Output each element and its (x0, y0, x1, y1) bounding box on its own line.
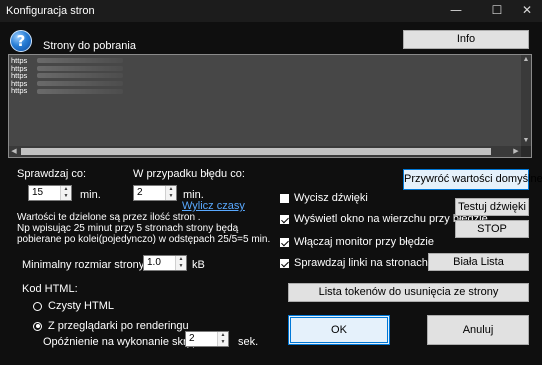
pages-label: Strony do pobrania (43, 40, 136, 52)
list-item: https (11, 72, 124, 80)
radio-dot[interactable] (33, 301, 42, 311)
restore-defaults-button[interactable]: Przywróć wartości domyślne (403, 169, 542, 190)
spinner-arrows-icon[interactable]: ▲ ▼ (60, 186, 71, 200)
minimize-icon[interactable]: — (441, 0, 471, 22)
info-button[interactable]: Info (403, 30, 529, 49)
stop-button[interactable]: STOP (455, 220, 529, 238)
checkbox-box[interactable] (280, 258, 289, 268)
info-text-line-3: pobierane po kolei(pojedynczo) w odstępa… (17, 234, 271, 245)
vertical-scrollbar[interactable]: ▲ ▼ (521, 55, 531, 146)
checkbox-box[interactable] (280, 193, 289, 203)
redacted-url (37, 88, 124, 94)
ok-button[interactable]: OK (288, 315, 390, 345)
script-delay-input[interactable]: 2 ▲ ▼ (185, 331, 229, 347)
scroll-left-icon[interactable]: ◀ (9, 146, 19, 157)
cancel-button[interactable]: Anuluj (427, 315, 529, 345)
url-list[interactable]: https https https https https ▲ ▼ ◀ ▶ (8, 54, 532, 158)
spinner-arrows-icon[interactable]: ▲ ▼ (217, 332, 228, 346)
min-size-label: Minimalny rozmiar strony: (22, 259, 148, 271)
scroll-up-icon[interactable]: ▲ (521, 55, 531, 65)
list-item: https (11, 64, 124, 73)
url-lines: https https https https https (11, 57, 124, 95)
monitor-on-error-checkbox[interactable]: Włączaj monitor przy błędzie (280, 236, 434, 248)
window-title: Konfiguracja stron (6, 5, 95, 17)
check-every-unit: min. (80, 189, 101, 201)
radio-clean-html[interactable]: Czysty HTML (33, 300, 114, 312)
min-size-input[interactable]: 1.0 ▲ ▼ (143, 255, 187, 271)
radio-dot[interactable] (33, 321, 42, 331)
redacted-url (37, 73, 124, 79)
html-code-label: Kod HTML: (22, 283, 78, 295)
min-size-unit: kB (192, 259, 205, 271)
spinner-arrows-icon[interactable]: ▲ ▼ (175, 256, 186, 270)
help-icon[interactable]: ? (10, 30, 32, 52)
on-error-label: W przypadku błędu co: (133, 168, 245, 180)
checkbox-box[interactable] (280, 214, 289, 224)
scroll-down-icon[interactable]: ▼ (521, 136, 531, 146)
redacted-url (37, 65, 124, 71)
token-list-button[interactable]: Lista tokenów do usunięcia ze strony (288, 283, 529, 302)
scroll-thumb[interactable] (21, 148, 491, 155)
whitelist-button[interactable]: Biała Lista (428, 253, 529, 271)
spinner-arrows-icon[interactable]: ▲ ▼ (165, 186, 176, 200)
horizontal-scrollbar[interactable]: ◀ ▶ (9, 146, 521, 157)
mute-sounds-checkbox[interactable]: Wycisz dźwięki (280, 192, 368, 204)
redacted-url (37, 81, 124, 87)
calculate-times-link[interactable]: Wylicz czasy (182, 200, 245, 212)
script-delay-unit: sek. (238, 336, 259, 348)
maximize-icon[interactable]: ☐ (482, 0, 512, 22)
info-text-line-2: Np wpisując 25 minut przy 5 stronach str… (17, 223, 239, 234)
close-icon[interactable]: ✕ (512, 0, 542, 22)
test-sounds-button[interactable]: Testuj dźwięki (455, 198, 529, 216)
on-error-input[interactable]: 2 ▲ ▼ (133, 185, 177, 201)
info-text-line-1: Wartości te dzielone są przez ilość stro… (17, 212, 201, 223)
radio-browser-render[interactable]: Z przeglądarki po renderingu (33, 320, 189, 332)
scroll-right-icon[interactable]: ▶ (511, 146, 521, 157)
check-every-label: Sprawdzaj co: (17, 168, 87, 180)
checkbox-box[interactable] (280, 237, 289, 247)
list-item: https (11, 87, 124, 95)
title-bar: Konfiguracja stron — ☐ ✕ (0, 0, 542, 22)
check-every-input[interactable]: 15 ▲ ▼ (28, 185, 72, 201)
scroll-corner (521, 146, 531, 157)
list-item: https (11, 80, 124, 88)
list-item: https (11, 57, 124, 65)
check-links-checkbox[interactable]: Sprawdzaj linki na stronach (280, 257, 428, 269)
redacted-url (37, 58, 124, 64)
